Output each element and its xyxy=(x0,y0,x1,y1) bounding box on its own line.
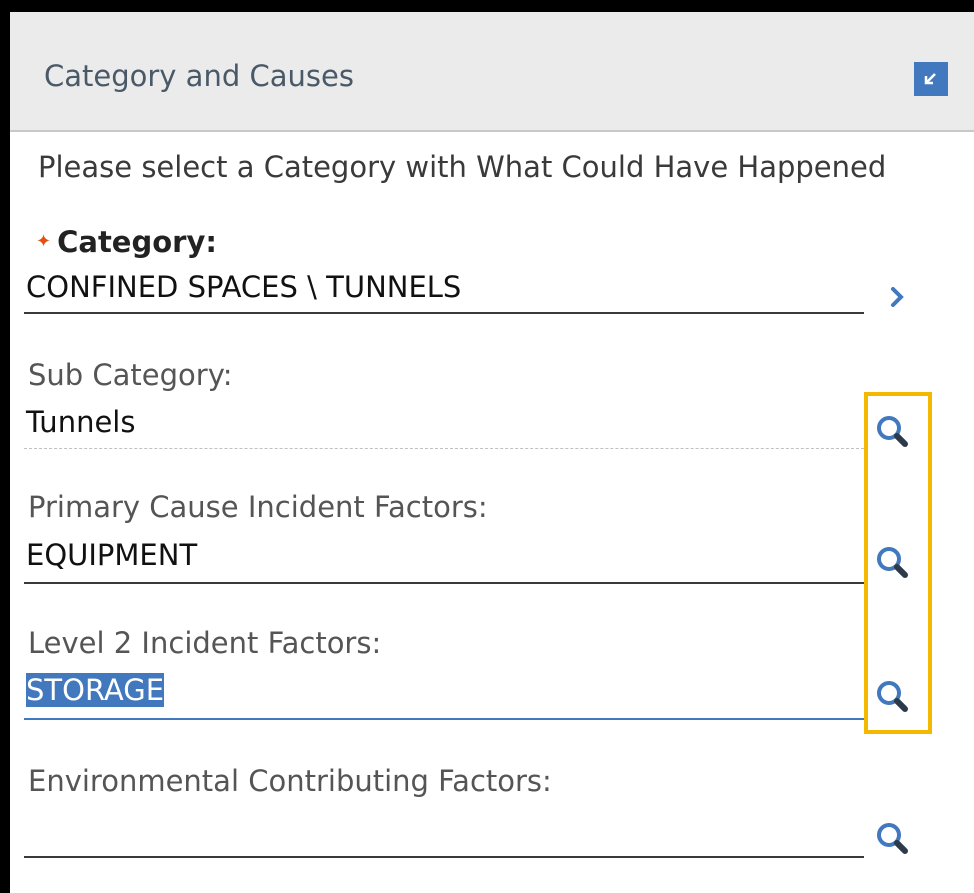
sub-category-label: Sub Category: xyxy=(28,358,233,392)
level2-field[interactable]: STORAGE xyxy=(26,673,165,707)
level2-label: Level 2 Incident Factors: xyxy=(28,626,382,660)
sub-category-underline xyxy=(24,448,864,449)
search-icon[interactable] xyxy=(870,816,916,862)
primary-cause-field[interactable]: EQUIPMENT xyxy=(26,538,197,572)
primary-cause-label: Primary Cause Incident Factors: xyxy=(28,490,488,524)
panel-title: Category and Causes xyxy=(44,59,354,93)
level2-selected-text: STORAGE xyxy=(26,673,165,707)
environmental-underline xyxy=(24,856,864,858)
instruction-text: Please select a Category with What Could… xyxy=(38,150,887,184)
collapse-icon[interactable] xyxy=(914,62,948,96)
level2-underline xyxy=(24,718,864,720)
panel-header: Category and Causes xyxy=(10,12,974,132)
category-label: ✦ Category: xyxy=(36,225,217,259)
chevron-right-icon[interactable] xyxy=(874,274,920,320)
category-underline xyxy=(24,312,864,314)
lookup-highlight-box xyxy=(864,392,932,734)
category-field[interactable]: CONFINED SPACES \ TUNNELS xyxy=(26,270,461,304)
environmental-label: Environmental Contributing Factors: xyxy=(28,764,552,798)
required-marker: ✦ xyxy=(36,231,52,252)
primary-cause-underline xyxy=(24,582,864,584)
category-causes-panel: Category and Causes Please select a Cate… xyxy=(10,12,974,893)
sub-category-field[interactable]: Tunnels xyxy=(26,405,135,439)
